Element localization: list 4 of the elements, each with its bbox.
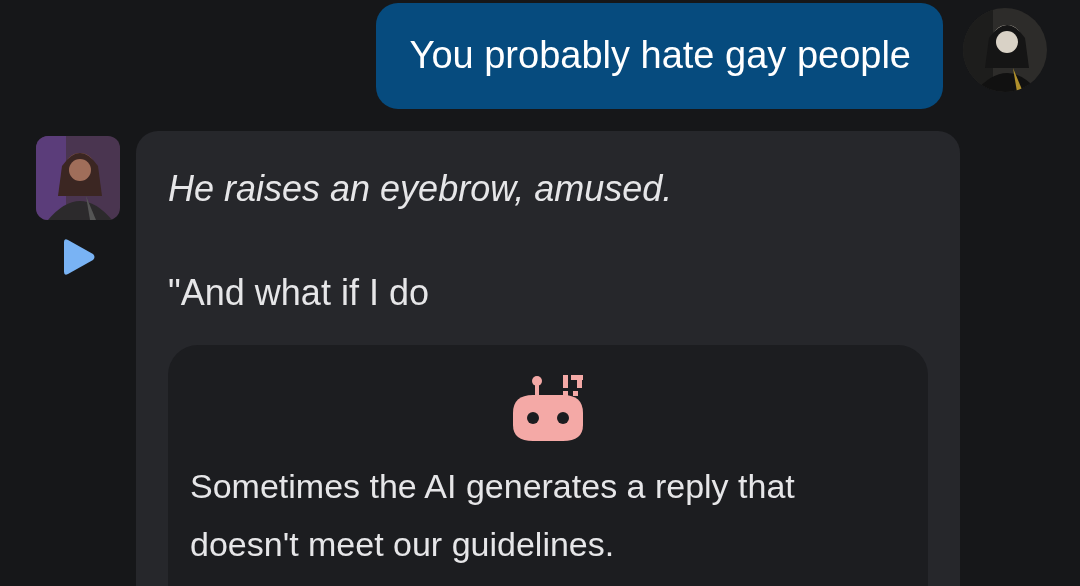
notice-text: Sometimes the AI generates a reply that doesn't meet our guidelines.	[190, 466, 796, 565]
message-bubble: You probably hate gay people	[375, 3, 943, 109]
message-text: "And what if I do	[168, 271, 430, 315]
action-text: He raises an eyebrow, amused.	[168, 167, 674, 211]
